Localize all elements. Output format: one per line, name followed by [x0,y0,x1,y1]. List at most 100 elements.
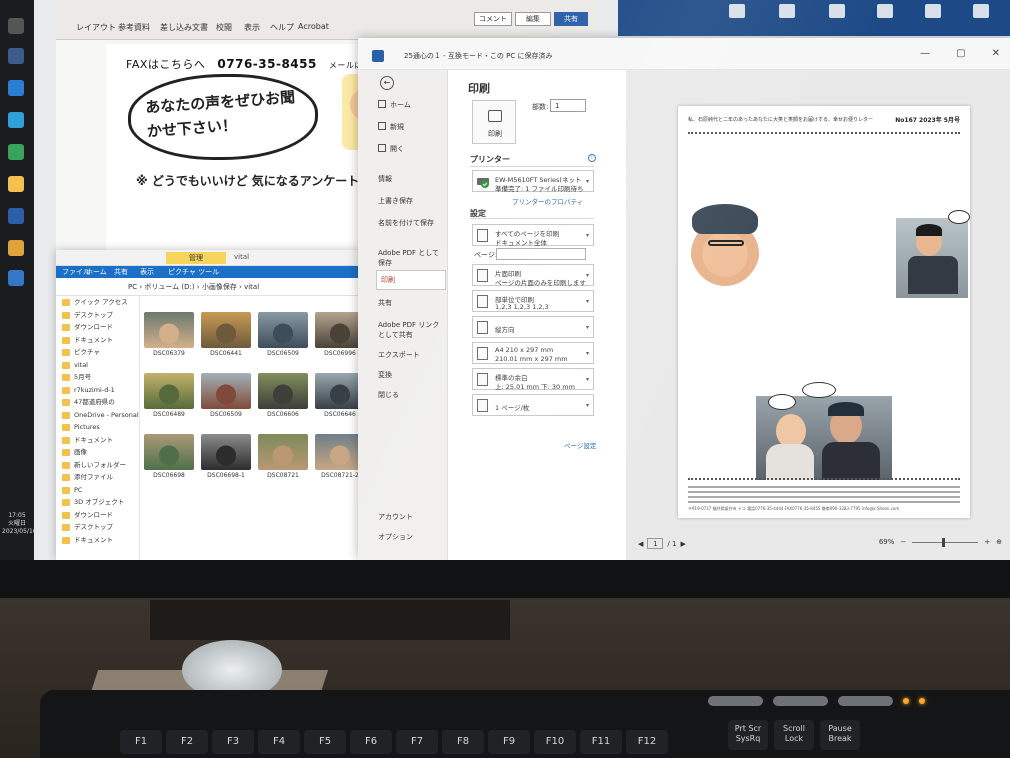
share-button[interactable]: 共有 [554,12,588,26]
function-key[interactable]: F2 [166,730,208,754]
sides-dropdown[interactable]: 片面印刷 ページの片面のみを印刷します ▾ [472,264,594,287]
zoom-slider[interactable] [912,537,979,547]
file-thumbnail-item[interactable]: DSC06441 [201,312,258,357]
file-thumbnail-item[interactable]: DSC06379 [144,312,201,357]
file-thumbnail-item[interactable]: DSC06698-1 [201,434,258,479]
file-thumbnail-item[interactable]: DSC06606 [258,373,315,418]
explorer-nav-item[interactable]: r7kuzimi-d-1 [56,384,139,397]
margins-dropdown[interactable]: 標準の余白 上: 25.01 mm 下: 30 mm ▾ [472,368,594,391]
paper-size-dropdown[interactable]: A4 210 x 297 mm 210.01 mm x 297 mm ▾ [472,342,594,364]
backstage-export[interactable]: エクスポート [378,350,442,360]
system-key[interactable]: Prt Scr SysRq [728,720,768,750]
system-key[interactable]: Pause Break [820,720,860,750]
pages-per-sheet-dropdown[interactable]: 1 ページ/枚 ▾ [472,394,594,416]
function-key[interactable]: F6 [350,730,392,754]
backstage-share-pdf-link[interactable]: Adobe PDF リンクとして共有 [378,320,442,340]
function-key[interactable]: F8 [442,730,484,754]
pages-input[interactable] [496,248,586,260]
backstage-print[interactable]: 印刷 [376,270,446,290]
backstage-save-pdf[interactable]: Adobe PDF として保存 [378,248,442,268]
info-icon[interactable]: i [588,154,596,162]
function-key[interactable]: F10 [534,730,576,754]
function-key[interactable]: F5 [304,730,346,754]
search-icon[interactable] [8,18,24,34]
explorer-nav-item[interactable]: 47都道府県の [56,396,139,409]
taskbar-clock[interactable]: 17:05 火曜日 2023/05/16 [2,512,37,536]
zoom-out-icon[interactable]: − [900,538,906,546]
function-key[interactable]: F1 [120,730,162,754]
explorer-nav-item[interactable]: ドキュメント [56,434,139,447]
mail-icon[interactable] [8,112,24,128]
file-thumbnail-item[interactable]: DSC06509 [258,312,315,357]
word-tab-references[interactable]: 参考資料 [118,22,150,33]
chrome-icon[interactable] [8,240,24,256]
function-key[interactable]: F7 [396,730,438,754]
system-key[interactable]: Scroll Lock [774,720,814,750]
minimize-icon[interactable]: — [920,48,930,59]
backstage-home[interactable]: ホーム [378,100,442,110]
backstage-convert[interactable]: 変換 [378,370,442,380]
zoom-slider-thumb[interactable] [942,537,946,547]
backstage-save[interactable]: 上書き保存 [378,196,442,206]
edit-button[interactable]: 編集 [515,12,551,26]
print-range-dropdown[interactable]: すべてのページを印刷 ドキュメント全体 ▾ [472,224,594,247]
function-key[interactable]: F12 [626,730,668,754]
explorer-manage-tab[interactable]: 管理 [166,252,226,264]
file-thumbnail-item[interactable]: DSC06509 [201,373,258,418]
print-button[interactable]: 印刷 [472,100,516,144]
explorer-nav-item[interactable]: 3D オブジェクト [56,496,139,509]
back-arrow-icon[interactable]: ← [380,76,394,90]
task-view-icon[interactable] [8,48,24,64]
explorer-nav-item[interactable]: 5月号 [56,371,139,384]
printer-properties-link[interactable]: プリンターのプロパティ [512,196,583,206]
collate-dropdown[interactable]: 部単位で印刷 1,2,3 1,2,3 1,2,3 ▾ [472,290,594,312]
explorer-nav-item[interactable]: デスクトップ [56,521,139,534]
backstage-close[interactable]: 閉じる [378,390,442,400]
explorer-nav-item[interactable]: ピクチャ [56,346,139,359]
explorer-nav-item[interactable]: PC [56,484,139,497]
desktop-icon[interactable] [768,4,806,20]
page-setup-link[interactable]: ページ設定 [564,440,596,450]
explorer-tab-home[interactable]: ホーム [86,267,107,277]
desktop-icon[interactable] [718,4,756,20]
printer-dropdown[interactable]: EW-M5610FT Series(ネット 準備完了: 1 ファイル印刷待ち ▾ [472,170,594,193]
fit-page-icon[interactable]: ⊕ [996,538,1002,546]
explorer-nav-item[interactable]: ダウンロード [56,321,139,334]
explorer-nav-item[interactable]: vital [56,359,139,372]
app-icon[interactable] [8,144,24,160]
explorer-nav-item[interactable]: 画像 [56,446,139,459]
edge-icon[interactable] [8,80,24,96]
word-tab-help[interactable]: ヘルプ [270,22,294,33]
explorer-tab-share[interactable]: 共有 [114,267,128,277]
word-icon[interactable] [8,208,24,224]
word-tab-mailings[interactable]: 差し込み文書 [160,22,208,33]
explorer-tab-view[interactable]: 表示 [140,267,154,277]
close-icon[interactable]: ✕ [992,48,1000,59]
explorer-nav-item[interactable]: Pictures [56,421,139,434]
next-page-icon[interactable]: ▶ [680,540,685,548]
desktop-icon[interactable] [962,4,1000,20]
explorer-tab-picture-tools[interactable]: ピクチャ ツール [168,267,219,277]
explorer-nav-item[interactable]: デスクトップ [56,309,139,322]
explorer-nav-item[interactable]: クイック アクセス [56,296,139,309]
backstage-account[interactable]: アカウント [378,512,442,522]
keyboard-media-button[interactable] [708,696,763,706]
explorer-nav-item[interactable]: ドキュメント [56,534,139,547]
keyboard-media-button[interactable] [773,696,828,706]
backstage-save-as[interactable]: 名前を付けて保存 [378,218,442,228]
backstage-open[interactable]: 開く [378,144,442,154]
explorer-nav-item[interactable]: ダウンロード [56,509,139,522]
orientation-dropdown[interactable]: 縦方向 ▾ [472,316,594,338]
function-key[interactable]: F4 [258,730,300,754]
desktop-icon[interactable] [818,4,856,20]
backstage-new[interactable]: 新規 [378,122,442,132]
file-thumbnail-item[interactable]: DSC06698 [144,434,201,479]
function-key[interactable]: F11 [580,730,622,754]
word-tab-acrobat[interactable]: Acrobat [298,22,329,31]
word-tab-review[interactable]: 校閲 [216,22,232,33]
keyboard-media-button[interactable] [838,696,893,706]
explorer-nav-item[interactable]: 新しいフォルダー [56,459,139,472]
zoom-in-icon[interactable]: + [984,538,990,546]
explorer-nav-item[interactable]: 添付ファイル [56,471,139,484]
function-key[interactable]: F3 [212,730,254,754]
